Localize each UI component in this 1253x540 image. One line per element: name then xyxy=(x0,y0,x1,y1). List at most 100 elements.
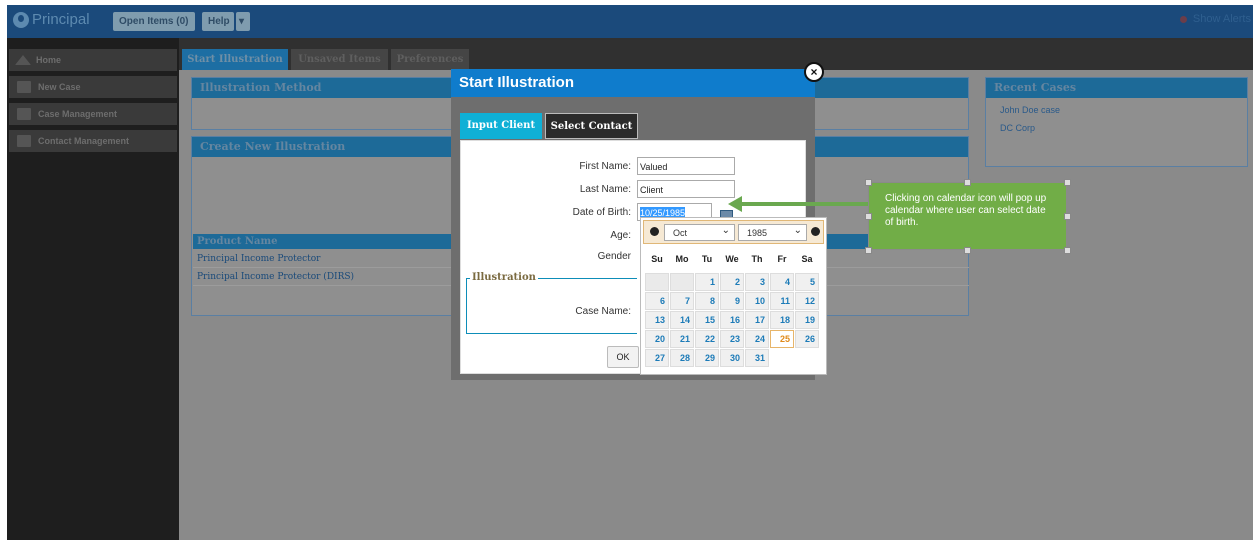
recent-case-link[interactable]: DC Corp xyxy=(1000,123,1035,133)
weekday-header: Th xyxy=(751,254,763,264)
nav-item-label: Contact Management xyxy=(38,136,130,146)
nav-item-contact-management[interactable]: Contact Management xyxy=(9,130,177,152)
weekday-header: Mo xyxy=(675,254,689,264)
empty-day-cell xyxy=(645,273,669,291)
day-cell[interactable]: 9 xyxy=(720,292,744,310)
empty-day-cell xyxy=(670,273,694,291)
day-cell[interactable]: 3 xyxy=(745,273,769,291)
recent-cases-panel: Recent Cases xyxy=(985,77,1248,167)
show-alerts-label: Show Alerts xyxy=(1192,13,1251,25)
weekday-header: Tu xyxy=(701,254,713,264)
logo-icon xyxy=(13,11,29,28)
day-cell[interactable]: 22 xyxy=(695,330,719,348)
last-name-field[interactable]: Client xyxy=(637,180,735,198)
date-picker: Oct 1985 SuMoTuWeThFrSa12345678910111213… xyxy=(640,217,827,375)
ok-button[interactable]: OK xyxy=(607,346,639,368)
tab-start-illustration[interactable]: Start Illustration xyxy=(182,49,288,70)
last-name-label: Last Name: xyxy=(579,184,631,195)
year-select[interactable]: 1985 xyxy=(738,222,807,241)
callout-arrow xyxy=(740,202,872,206)
day-cell[interactable]: 23 xyxy=(720,330,744,348)
day-cell[interactable]: 13 xyxy=(645,311,669,329)
alert-icon xyxy=(1179,15,1187,23)
day-cell[interactable]: 26 xyxy=(795,330,819,348)
main-tabs: Start Illustration Unsaved Items Prefere… xyxy=(179,38,1253,70)
principal-logo[interactable]: Principal xyxy=(13,11,90,28)
arrow-head-icon xyxy=(728,196,742,212)
prev-month-icon[interactable] xyxy=(650,227,659,236)
first-name-label: First Name: xyxy=(579,161,631,172)
day-cell[interactable]: 11 xyxy=(770,292,794,310)
tab-input-client[interactable]: Input Client xyxy=(460,113,542,139)
help-dropdown-button[interactable]: ▾ xyxy=(236,12,250,31)
open-items-button[interactable]: Open Items (0) xyxy=(113,12,195,31)
gender-label: Gender xyxy=(597,251,631,262)
day-cell[interactable]: 28 xyxy=(670,349,694,367)
app-screenshot: Principal Open Items (0) Help ▾ Show Ale… xyxy=(7,5,1253,540)
nav-item-home[interactable]: Home xyxy=(9,49,177,71)
nav-item-label: Home xyxy=(36,55,62,65)
nav-item-case-management[interactable]: Case Management xyxy=(9,103,177,125)
age-label: Age: xyxy=(610,230,631,241)
case-name-label: Case Name: xyxy=(575,306,631,317)
resize-handle xyxy=(865,179,872,186)
day-cell[interactable]: 4 xyxy=(770,273,794,291)
day-cell[interactable]: 12 xyxy=(795,292,819,310)
panel-title: Recent Cases xyxy=(986,78,1247,98)
illustration-legend: Illustration xyxy=(470,272,538,283)
nav-item-label: New Case xyxy=(38,82,81,92)
day-cell[interactable]: 27 xyxy=(645,349,669,367)
home-icon xyxy=(15,55,31,65)
new-case-icon xyxy=(17,81,31,93)
resize-handle xyxy=(964,247,971,254)
case-management-icon xyxy=(17,108,31,120)
weekday-header: We xyxy=(725,254,739,264)
next-month-icon[interactable] xyxy=(811,227,820,236)
weekday-header: Fr xyxy=(777,254,787,264)
day-cell[interactable]: 31 xyxy=(745,349,769,367)
tab-select-contact[interactable]: Select Contact xyxy=(545,113,638,139)
recent-case-link[interactable]: John Doe case xyxy=(1000,105,1060,115)
day-cell[interactable]: 14 xyxy=(670,311,694,329)
day-cell[interactable]: 30 xyxy=(720,349,744,367)
first-name-field[interactable]: Valued xyxy=(637,157,735,175)
dob-label: Date of Birth: xyxy=(572,207,631,218)
top-bar: Principal Open Items (0) Help ▾ Show Ale… xyxy=(7,5,1253,38)
day-cell[interactable]: 8 xyxy=(695,292,719,310)
day-cell[interactable]: 1 xyxy=(695,273,719,291)
nav-item-label: Case Management xyxy=(38,109,118,119)
day-cell[interactable]: 25 xyxy=(770,330,794,348)
contacts-icon xyxy=(17,135,31,147)
day-cell[interactable]: 15 xyxy=(695,311,719,329)
day-cell[interactable]: 20 xyxy=(645,330,669,348)
help-button[interactable]: Help xyxy=(202,12,234,31)
resize-handle xyxy=(1064,247,1071,254)
weekday-header: Su xyxy=(651,254,663,264)
tab-unsaved-items[interactable]: Unsaved Items xyxy=(291,49,388,70)
nav-item-new-case[interactable]: New Case xyxy=(9,76,177,98)
date-picker-header: Oct 1985 xyxy=(643,220,824,244)
tab-preferences[interactable]: Preferences xyxy=(391,49,469,70)
resize-handle xyxy=(865,247,872,254)
day-cell[interactable]: 5 xyxy=(795,273,819,291)
resize-handle xyxy=(964,179,971,186)
day-cell[interactable]: 29 xyxy=(695,349,719,367)
day-cell[interactable]: 19 xyxy=(795,311,819,329)
day-cell[interactable]: 16 xyxy=(720,311,744,329)
callout-note: Clicking on calendar icon will pop up ca… xyxy=(868,182,1067,250)
weekday-header: Sa xyxy=(801,254,813,264)
day-cell[interactable]: 2 xyxy=(720,273,744,291)
day-cell[interactable]: 17 xyxy=(745,311,769,329)
resize-handle xyxy=(1064,213,1071,220)
left-navigation: Home New Case Case Management Contact Ma… xyxy=(7,38,179,540)
resize-handle xyxy=(865,213,872,220)
close-icon[interactable]: × xyxy=(804,62,824,82)
month-select[interactable]: Oct xyxy=(664,222,735,241)
day-cell[interactable]: 10 xyxy=(745,292,769,310)
show-alerts-link[interactable]: Show Alerts xyxy=(1179,13,1251,25)
day-cell[interactable]: 6 xyxy=(645,292,669,310)
day-cell[interactable]: 24 xyxy=(745,330,769,348)
day-cell[interactable]: 21 xyxy=(670,330,694,348)
day-cell[interactable]: 7 xyxy=(670,292,694,310)
day-cell[interactable]: 18 xyxy=(770,311,794,329)
